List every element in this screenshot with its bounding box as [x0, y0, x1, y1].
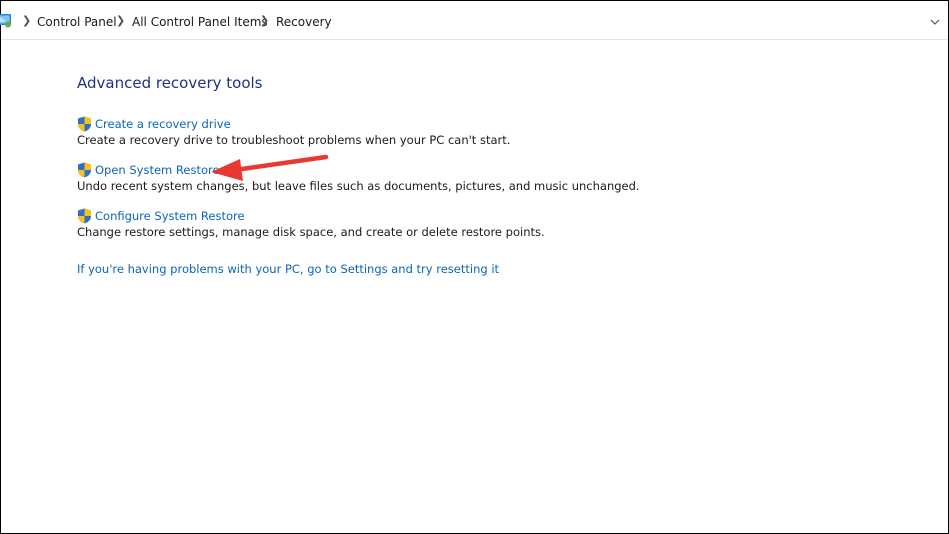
- breadcrumb-control-panel[interactable]: Control Panel: [37, 14, 117, 30]
- chevron-right-icon: ❯: [260, 14, 270, 27]
- uac-shield-icon: [78, 116, 91, 132]
- chevron-right-icon: ❯: [22, 14, 32, 27]
- create-recovery-drive-link[interactable]: Create a recovery drive: [77, 116, 231, 132]
- uac-shield-icon: [78, 208, 91, 224]
- breadcrumb-recovery[interactable]: Recovery: [276, 14, 332, 30]
- configure-system-restore-description: Change restore settings, manage disk spa…: [77, 225, 545, 239]
- control-panel-icon: [0, 14, 11, 28]
- recovery-window: ❯ Control Panel ❯ All Control Panel Item…: [0, 0, 949, 534]
- chevron-right-icon: ❯: [116, 14, 126, 27]
- reset-pc-settings-link[interactable]: If you're having problems with your PC, …: [77, 261, 499, 277]
- chevron-down-icon[interactable]: [929, 17, 941, 27]
- uac-shield-icon: [78, 162, 91, 178]
- configure-system-restore-label[interactable]: Configure System Restore: [95, 209, 245, 223]
- open-system-restore-link[interactable]: Open System Restore: [77, 162, 220, 178]
- configure-system-restore-link[interactable]: Configure System Restore: [77, 208, 245, 224]
- red-arrow-icon: [211, 154, 329, 181]
- create-recovery-drive-label[interactable]: Create a recovery drive: [95, 117, 231, 131]
- address-bar[interactable]: ❯ Control Panel ❯ All Control Panel Item…: [0, 1, 948, 40]
- create-recovery-drive-description: Create a recovery drive to troubleshoot …: [77, 133, 511, 147]
- page-title: Advanced recovery tools: [77, 74, 263, 92]
- open-system-restore-description: Undo recent system changes, but leave fi…: [77, 179, 640, 193]
- breadcrumb-all-control-panel-items[interactable]: All Control Panel Items: [132, 14, 268, 30]
- open-system-restore-label[interactable]: Open System Restore: [95, 163, 220, 177]
